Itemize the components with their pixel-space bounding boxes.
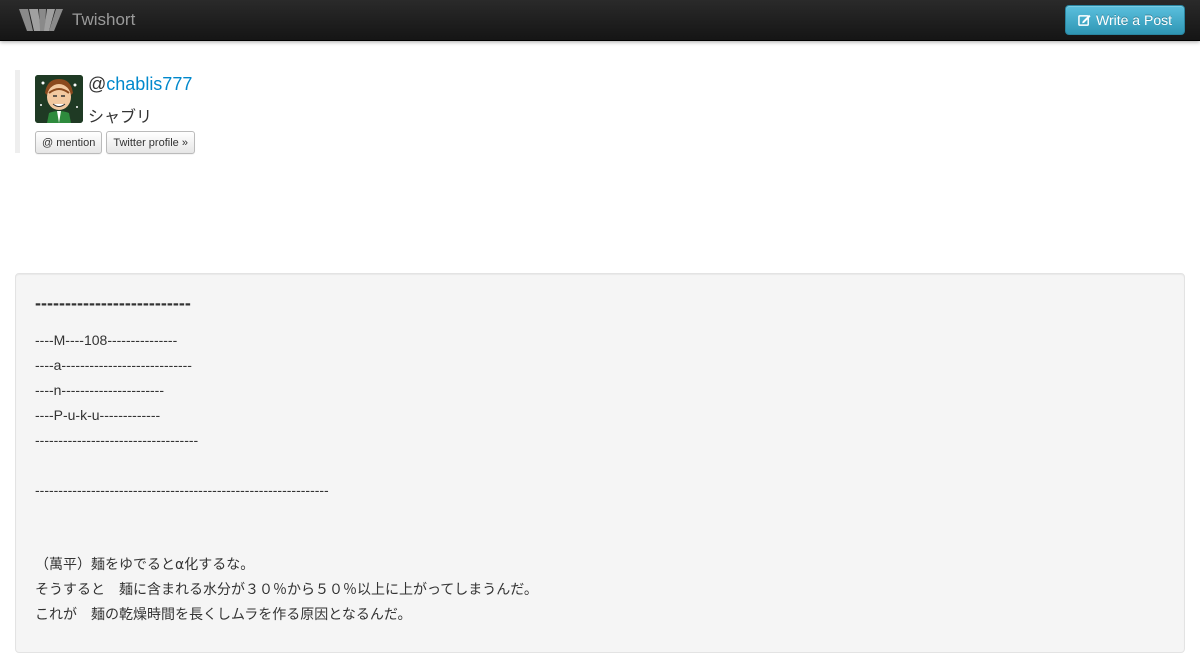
post-line: そうすると 麺に含まれる水分が３０％から５０％以上に上がってしまうんだ。 [35,582,538,598]
post-line: ----a---------------------------- [35,357,192,373]
post-line [35,528,1155,553]
display-name: シャブリ [88,107,153,126]
avatar-image [35,75,83,123]
user-handle: @chablis777 [88,74,192,95]
brand-name: Twishort [72,10,136,29]
twishort-logo-icon [19,9,63,31]
twitter-profile-button[interactable]: Twitter profile » [106,131,195,154]
post-line: ----------------------------------------… [35,482,329,498]
post-body: ----M----108--------------- ----a-------… [35,328,1155,628]
post-title: -------------------------- [35,293,191,313]
post-line: これが 麺の乾燥時間を長くしムラを作る原因となるんだ。 [35,607,412,623]
profile-actions: @ mention Twitter profile » [35,131,195,154]
post-line: ----M----108--------------- [35,332,178,348]
avatar[interactable] [35,75,83,123]
post-line: ----P-u-k-u------------- [35,407,161,423]
username-link[interactable]: chablis777 [106,74,192,94]
at-sign: @ [88,74,107,94]
post-line: ----n---------------------- [35,382,165,398]
post-line [35,453,1155,478]
post-line: ----------------------------------- [35,432,199,448]
top-navbar: Twishort Write a Post [0,0,1200,41]
post-content-panel: -------------------------- ----M----108-… [15,273,1185,653]
post-line: （萬平）麺をゆでるとα化するな。 [35,557,255,573]
write-a-post-button[interactable]: Write a Post [1065,5,1185,35]
post-line [35,503,1155,528]
write-a-post-label: Write a Post [1096,12,1172,28]
user-profile-card: @chablis777 シャブリ @ mention Twitter profi… [15,70,415,154]
mention-button[interactable]: @ mention [35,131,103,154]
edit-icon [1078,14,1091,26]
brand[interactable]: Twishort [19,6,135,34]
